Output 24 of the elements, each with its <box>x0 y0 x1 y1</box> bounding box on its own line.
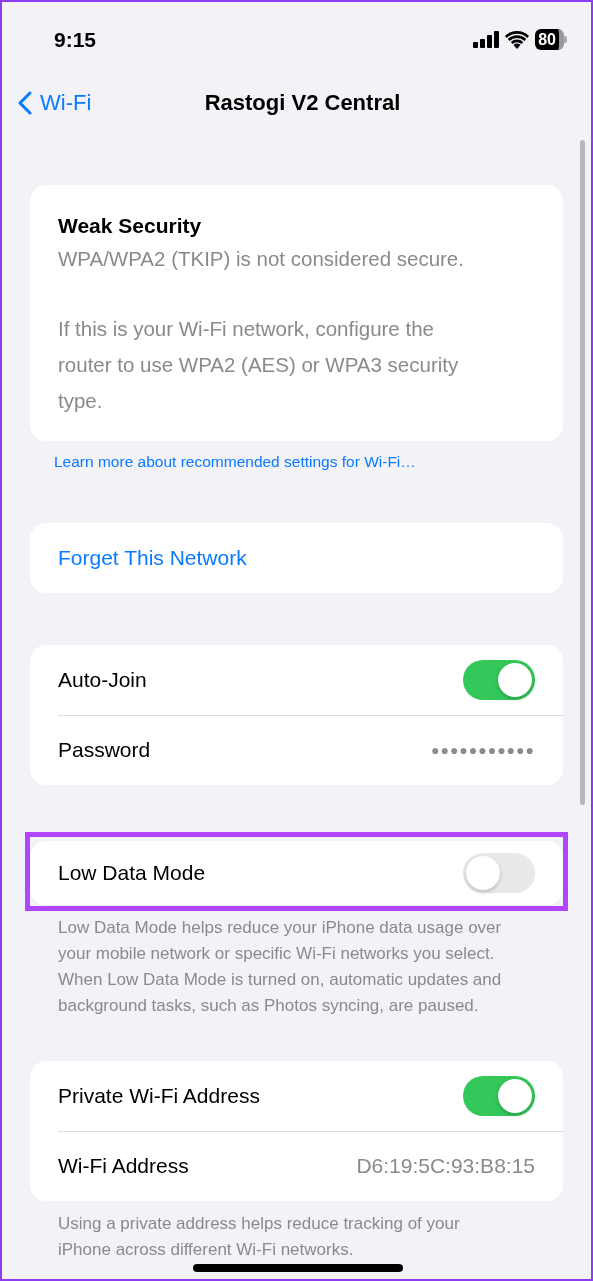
page-title: Rastogi V2 Central <box>204 90 401 115</box>
toggle-switch[interactable] <box>463 660 535 700</box>
chevron-left-icon <box>18 91 32 115</box>
back-button[interactable]: Wi-Fi <box>18 90 92 116</box>
footnote-text: Using a private address helps reduce tracking of your iPhone across different Wi-Fi networks. <box>58 1213 461 1261</box>
row-label: Password <box>58 738 152 762</box>
row-value: D6:19:5C:93:B8:15 <box>356 1154 535 1178</box>
row-label: Private Wi-Fi Address <box>58 1084 261 1108</box>
battery-level: 80 <box>535 29 564 50</box>
warning-text: WPA/WPA2 (TKIP) is not considered secure. <box>58 246 465 272</box>
warning-text: If this is your Wi-Fi network, configure the router to use WPA2 (AES) or WPA3 security type. <box>58 316 460 414</box>
wifi-icon <box>505 30 530 49</box>
toggle-switch[interactable] <box>463 853 535 893</box>
warning-title: Weak Security <box>58 213 203 239</box>
clock-time: 9:15 <box>54 27 98 52</box>
footnote-text: Low Data Mode helps reduce your iPhone data usage over your mobile network or specific Wi-Fi networks you select. When Low Data Mode is turned on, automatic updates and background tasks, such as Photos syncing, are paused. <box>58 917 503 1017</box>
row-value: ●●●●●●●●●●● <box>430 742 535 758</box>
row-label: Low Data Mode <box>58 861 207 885</box>
signal-icon <box>473 31 500 48</box>
forget-network-button[interactable]: Forget This Network <box>58 546 247 570</box>
row-label: Wi-Fi Address <box>58 1154 190 1178</box>
toggle-switch[interactable] <box>463 1076 535 1116</box>
row-label: Auto-Join <box>58 668 148 692</box>
learn-more-link[interactable]: Learn more about recommended settings for Wi-Fi… <box>54 453 591 471</box>
